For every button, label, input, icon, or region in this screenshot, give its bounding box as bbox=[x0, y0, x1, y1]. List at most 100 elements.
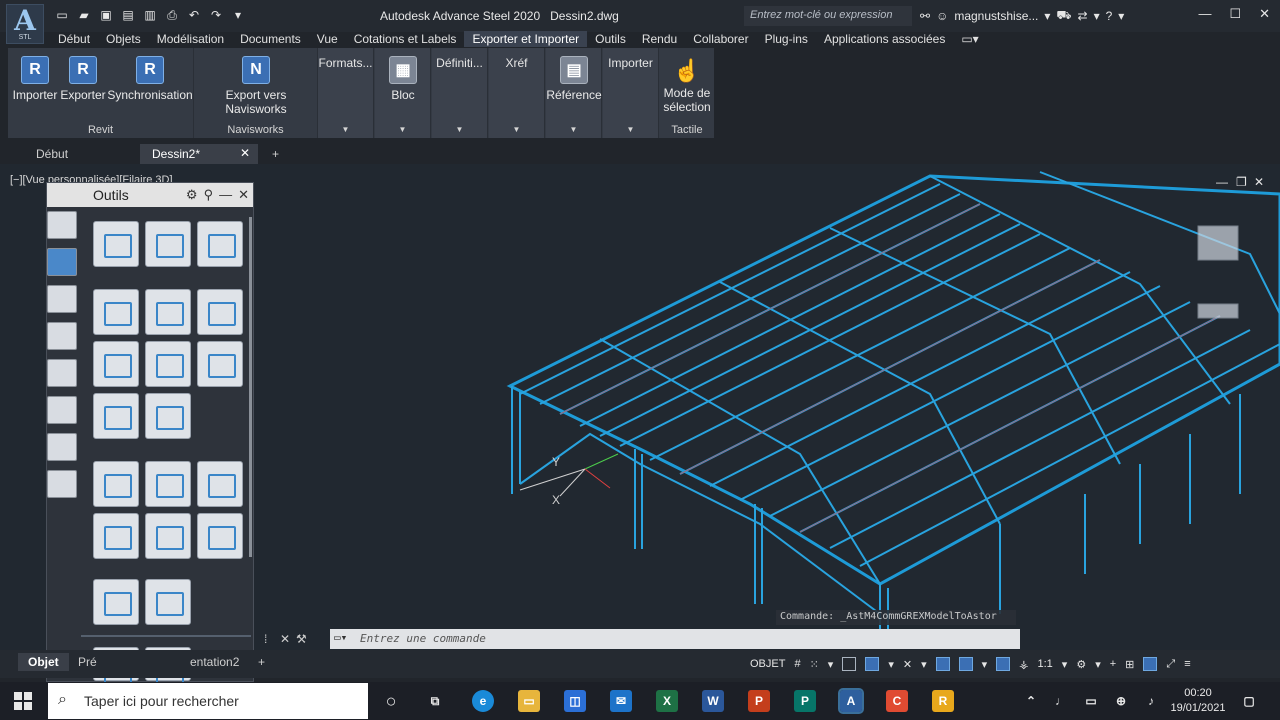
close-icon[interactable]: ✕ bbox=[238, 187, 249, 203]
customize-icon[interactable]: ≡ bbox=[1184, 658, 1190, 670]
tool-update-icon[interactable] bbox=[145, 221, 191, 267]
panel-formats[interactable]: Formats... ▼ bbox=[318, 48, 374, 138]
isometric-icon[interactable]: ✕ bbox=[903, 658, 912, 671]
object-snap-icon[interactable] bbox=[935, 657, 950, 671]
user-name[interactable]: magnustshise... bbox=[954, 9, 1038, 23]
view-cube-icon[interactable] bbox=[1197, 225, 1239, 319]
chevron-up-icon[interactable]: ⌃ bbox=[1020, 690, 1042, 712]
tab-plugins[interactable]: Plug-ins bbox=[757, 31, 816, 47]
panel-xref[interactable]: Xréf ▼ bbox=[489, 48, 545, 138]
gear-icon[interactable]: ⚙ bbox=[1076, 658, 1086, 671]
category-user-icon[interactable] bbox=[47, 285, 77, 313]
undo-icon[interactable]: ↶ bbox=[186, 7, 202, 23]
save-icon[interactable]: ▣ bbox=[98, 7, 114, 23]
tool-connection-e-icon[interactable] bbox=[197, 513, 243, 559]
print-icon[interactable]: ⎙ bbox=[164, 7, 180, 23]
chevron-down-icon[interactable]: ▼ bbox=[318, 125, 373, 134]
panel-definition[interactable]: Définiti... ▼ bbox=[432, 48, 488, 138]
battery-icon[interactable]: ▭ bbox=[1080, 690, 1102, 712]
chevron-down-icon[interactable]: ▾ bbox=[921, 658, 927, 671]
tool-link-icon[interactable] bbox=[145, 289, 191, 335]
grip-icon[interactable]: ⁞ bbox=[264, 632, 280, 646]
maximize-icon[interactable]: ☐ bbox=[1229, 6, 1241, 22]
category-plate-icon[interactable] bbox=[47, 470, 77, 498]
file-explorer-icon[interactable]: ▭ bbox=[518, 690, 540, 712]
excel-icon[interactable]: X bbox=[656, 690, 678, 712]
object-track-icon[interactable] bbox=[958, 657, 973, 671]
chevron-down-icon[interactable]: ▾ bbox=[828, 658, 834, 671]
palette-header[interactable]: Outils ⚙ ⚲ — ✕ bbox=[47, 183, 253, 207]
advance-steel-taskbar-icon[interactable]: A bbox=[838, 688, 864, 714]
store-icon[interactable]: ◫ bbox=[564, 690, 586, 712]
chevron-down-icon[interactable]: ▾ bbox=[982, 658, 988, 671]
publisher-icon[interactable]: P bbox=[794, 690, 816, 712]
palette-scrollbar[interactable] bbox=[249, 217, 252, 557]
tab-start-document[interactable]: Début bbox=[0, 144, 140, 164]
ortho-icon[interactable] bbox=[842, 657, 857, 671]
tab-outils[interactable]: Outils bbox=[587, 31, 634, 47]
chevron-down-icon[interactable]: ▾ bbox=[1062, 658, 1068, 671]
category-pencil-icon[interactable] bbox=[47, 211, 77, 239]
snap-icon[interactable]: ⁙ bbox=[810, 658, 819, 671]
panel-import[interactable]: Importer ▼ bbox=[603, 48, 659, 138]
minimize-icon[interactable]: — bbox=[219, 187, 232, 203]
minimize-icon[interactable]: — bbox=[1198, 6, 1211, 22]
annotation-visibility-icon[interactable] bbox=[996, 657, 1011, 671]
robot-icon[interactable]: R bbox=[932, 690, 954, 712]
tool-beam-icon[interactable] bbox=[145, 341, 191, 387]
tool-connection-b-icon[interactable] bbox=[145, 461, 191, 507]
scale-label[interactable]: 1:1 bbox=[1038, 658, 1053, 670]
powerpoint-icon[interactable]: P bbox=[748, 690, 770, 712]
tool-connection-a-icon[interactable] bbox=[93, 461, 139, 507]
navisworks-export-button[interactable]: N Export vers Navisworks bbox=[196, 56, 316, 116]
new-tab-icon[interactable]: + bbox=[236, 144, 286, 164]
network-icon[interactable]: ⊕ bbox=[1110, 690, 1132, 712]
notifications-icon[interactable]: ▢ bbox=[1238, 690, 1260, 712]
tab-applications[interactable]: Applications associées bbox=[816, 31, 953, 47]
annotation-scale-icon[interactable]: ⚶ bbox=[1019, 658, 1028, 671]
polar-icon[interactable] bbox=[865, 657, 880, 671]
microphone-icon[interactable]: ♩ bbox=[1050, 690, 1072, 712]
chevron-down-icon[interactable]: ▼ bbox=[603, 125, 658, 134]
tool-camera-section-icon[interactable] bbox=[145, 579, 191, 625]
tab-rendu[interactable]: Rendu bbox=[634, 31, 685, 47]
layout-tab-presentation2[interactable]: entation2 bbox=[180, 653, 249, 671]
chevron-down-icon[interactable]: ▼ bbox=[432, 125, 487, 134]
help-icon[interactable]: ? bbox=[1106, 9, 1113, 23]
tab-modelisation[interactable]: Modélisation bbox=[149, 31, 232, 47]
grid-icon[interactable]: # bbox=[794, 658, 800, 670]
open-folder-icon[interactable]: ▰ bbox=[76, 7, 92, 23]
redo-icon[interactable]: ↷ bbox=[208, 7, 224, 23]
tool-joint-plate-icon[interactable] bbox=[93, 341, 139, 387]
workspace-toggle-icon[interactable]: ▭▾ bbox=[953, 31, 986, 47]
pin-icon[interactable]: ⚲ bbox=[204, 187, 214, 203]
new-file-icon[interactable]: ▭ bbox=[54, 7, 70, 23]
command-prompt-icon[interactable]: ▭▾ bbox=[334, 631, 347, 644]
viewport-close-icon[interactable]: ✕ bbox=[1254, 175, 1264, 189]
tool-bolt-circle-icon[interactable] bbox=[145, 393, 191, 439]
save-as-icon[interactable]: ▤ bbox=[120, 7, 136, 23]
cart-icon[interactable]: ⛟ bbox=[1056, 8, 1071, 24]
tab-documents[interactable]: Documents bbox=[232, 31, 309, 47]
tool-box-link-icon[interactable] bbox=[197, 289, 243, 335]
save-web-icon[interactable]: ▥ bbox=[142, 7, 158, 23]
add-layout-icon[interactable]: + bbox=[248, 653, 275, 671]
close-icon[interactable]: ✕ bbox=[1259, 6, 1270, 22]
tool-connect-icon[interactable] bbox=[93, 289, 139, 335]
tab-objets[interactable]: Objets bbox=[98, 31, 149, 47]
category-frame-icon[interactable] bbox=[47, 359, 77, 387]
chevron-down-icon[interactable]: ▼ bbox=[546, 125, 601, 134]
chevron-down-icon[interactable]: ▾ bbox=[1118, 9, 1124, 23]
tab-collaborer[interactable]: Collaborer bbox=[685, 31, 756, 47]
model-space-label[interactable]: OBJET bbox=[750, 658, 785, 670]
command-input[interactable]: ▭▾ Entrez une commande bbox=[330, 629, 1020, 649]
exchange-icon[interactable]: ⇄ bbox=[1078, 9, 1088, 23]
revit-sync-button[interactable]: R Synchronisation bbox=[107, 56, 193, 102]
tab-cotations[interactable]: Cotations et Labels bbox=[346, 31, 465, 47]
chevron-down-icon[interactable]: ▾ bbox=[1094, 9, 1100, 23]
cortana-icon[interactable]: ○ bbox=[380, 690, 402, 712]
category-tools-icon[interactable] bbox=[47, 248, 77, 276]
panel-reference[interactable]: ▤ Référence ▼ bbox=[546, 48, 602, 138]
isolate-icon[interactable] bbox=[1143, 657, 1158, 671]
units-icon[interactable]: ⊞ bbox=[1125, 658, 1134, 671]
